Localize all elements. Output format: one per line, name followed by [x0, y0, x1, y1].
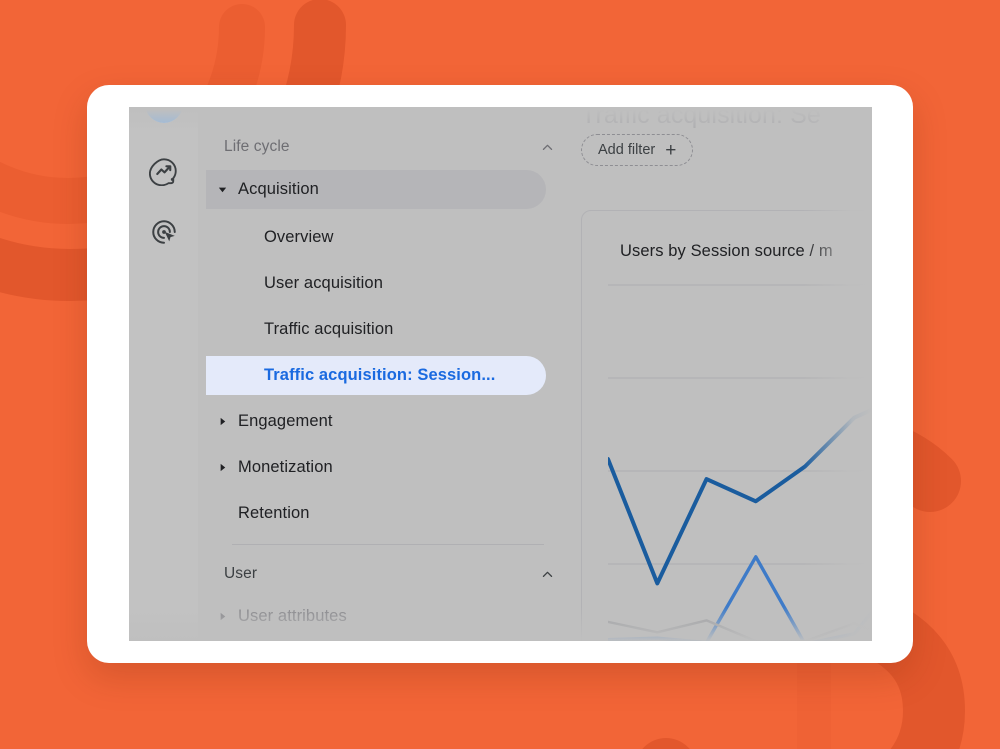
chart-line-series-2: [608, 555, 872, 641]
nav-item-user-acquisition[interactable]: User acquisition: [206, 264, 546, 303]
plus-icon: +: [665, 139, 677, 161]
nav-item-monetization-label: Monetization: [238, 458, 333, 476]
triangle-right-icon: [214, 611, 230, 622]
nav-section-user-label: User: [224, 565, 258, 582]
nav-item-monetization[interactable]: Monetization: [206, 448, 546, 487]
chart-card: Users by Session source / m: [581, 210, 872, 641]
nav-item-retention-label: Retention: [238, 504, 310, 522]
nav-item-overview-label: Overview: [264, 228, 334, 246]
nav-item-engagement-label: Engagement: [238, 412, 333, 430]
chart-gridlines: [608, 284, 872, 565]
line-chart-svg: [608, 284, 872, 641]
nav-item-user-acquisition-label: User acquisition: [264, 274, 383, 292]
nav-item-traffic-acquisition-label: Traffic acquisition: [264, 320, 394, 338]
navigation-panel: Life cycle Acquisition Overview User acq…: [198, 107, 581, 641]
nav-section-life-cycle[interactable]: Life cycle: [224, 132, 555, 162]
nav-item-traffic-acquisition[interactable]: Traffic acquisition: [206, 310, 546, 349]
nav-item-acquisition[interactable]: Acquisition: [206, 170, 546, 209]
nav-item-overview[interactable]: Overview: [206, 218, 546, 257]
add-filter-label: Add filter: [598, 142, 656, 158]
target-cursor-icon[interactable]: [146, 214, 182, 250]
avatar-fill: [145, 107, 183, 123]
triangle-right-icon: [214, 416, 230, 427]
nav-item-retention[interactable]: Retention: [206, 494, 546, 533]
nav-section-life-cycle-label: Life cycle: [224, 138, 290, 155]
nav-item-acquisition-label: Acquisition: [238, 180, 319, 198]
triangle-right-icon: [214, 462, 230, 473]
analytics-app-screenshot: Life cycle Acquisition Overview User acq…: [129, 107, 872, 641]
chevron-up-icon: [539, 566, 555, 582]
chart-line-series-1: [608, 407, 872, 586]
device-card: Life cycle Acquisition Overview User acq…: [87, 85, 913, 663]
account-avatar[interactable]: [145, 107, 183, 123]
nav-divider: [232, 544, 544, 545]
screenshot-stage: Life cycle Acquisition Overview User acq…: [0, 0, 1000, 749]
icon-rail: [129, 107, 199, 641]
add-filter-button[interactable]: Add filter +: [581, 134, 694, 166]
nav-item-user-attributes[interactable]: User attributes: [206, 597, 546, 636]
main-content: Traffic acquisition: Se Add filter + Use…: [581, 107, 872, 641]
chevron-up-icon: [539, 139, 555, 155]
chart-series-group: [608, 407, 872, 641]
trending-up-in-square-icon[interactable]: [146, 153, 182, 189]
nav-item-engagement[interactable]: Engagement: [206, 402, 546, 441]
nav-item-traffic-acquisition-session-label: Traffic acquisition: Session...: [264, 366, 496, 384]
triangle-down-icon: [214, 184, 230, 195]
nav-section-user[interactable]: User: [224, 559, 555, 589]
nav-item-user-attributes-label: User attributes: [238, 607, 347, 625]
chart-card-title: Users by Session source / m: [620, 242, 833, 260]
page-title: Traffic acquisition: Se: [581, 107, 821, 129]
nav-item-traffic-acquisition-session[interactable]: Traffic acquisition: Session...: [206, 356, 546, 395]
line-chart-plot: [608, 283, 872, 641]
